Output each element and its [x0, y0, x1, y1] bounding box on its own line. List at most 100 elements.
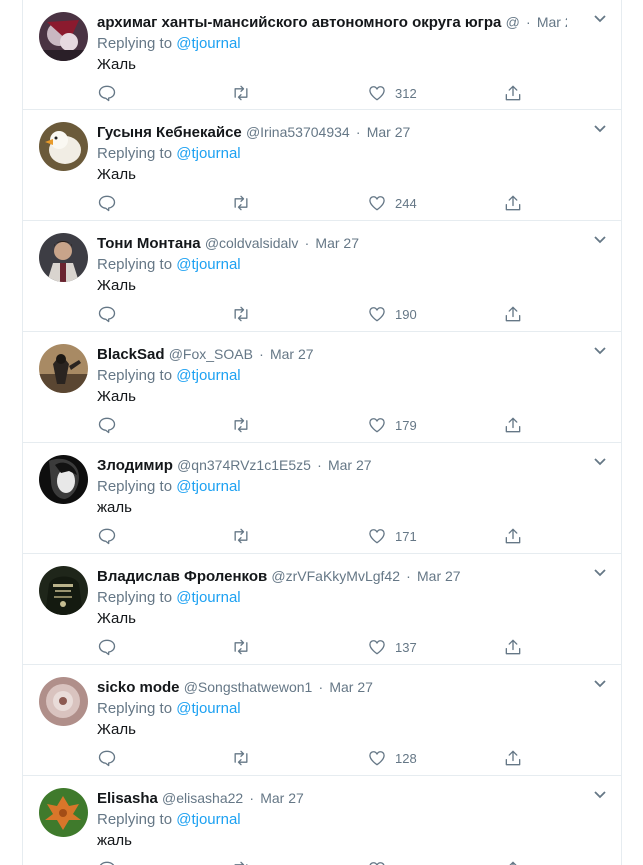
share-button[interactable] — [503, 858, 523, 865]
tweet[interactable]: Гусыня Кебнекайсе @Irina53704934 · Mar 2… — [23, 110, 621, 221]
reply-button[interactable] — [97, 414, 117, 436]
like-button[interactable]: 171 — [367, 525, 417, 547]
user-handle[interactable]: @ — [506, 14, 520, 30]
tweet-date[interactable]: Mar 27 — [367, 124, 411, 140]
tweet-date[interactable]: Mar 27 — [270, 346, 314, 362]
share-button[interactable] — [503, 192, 523, 214]
replying-to-label: Replying to — [97, 367, 173, 384]
like-button[interactable]: 244 — [367, 192, 417, 214]
display-name[interactable]: Злодимир — [97, 457, 173, 474]
caret-down-icon[interactable] — [593, 679, 607, 689]
replying-to: Replying to @tjournal — [97, 699, 241, 719]
reply-button[interactable] — [97, 303, 117, 325]
display-name[interactable]: Elisasha — [97, 790, 158, 807]
user-handle[interactable]: @Songsthatwewon1 — [184, 679, 313, 695]
avatar[interactable] — [39, 12, 88, 61]
share-icon — [503, 304, 523, 324]
reply-button[interactable] — [97, 192, 117, 214]
user-handle[interactable]: @zrVFaKkyMvLgf42 — [271, 568, 400, 584]
tweet[interactable]: BlackSad @Fox_SOAB · Mar 27 Replying to … — [23, 332, 621, 443]
share-button[interactable] — [503, 636, 523, 658]
replying-to-link[interactable]: @tjournal — [176, 811, 240, 828]
like-button[interactable]: 179 — [367, 414, 417, 436]
avatar[interactable] — [39, 455, 88, 504]
tweet[interactable]: Злодимир @qn374RVz1c1E5z5 · Mar 27 Reply… — [23, 443, 621, 554]
display-name[interactable]: Гусыня Кебнекайсе — [97, 124, 242, 141]
avatar[interactable] — [39, 233, 88, 282]
retweet-button[interactable] — [231, 858, 251, 865]
reply-button[interactable] — [97, 747, 117, 769]
tweet-header: Гусыня Кебнекайсе @Irina53704934 · Mar 2… — [97, 122, 567, 142]
avatar[interactable] — [39, 122, 88, 171]
avatar[interactable] — [39, 344, 88, 393]
reply-button[interactable] — [97, 525, 117, 547]
retweet-button[interactable] — [231, 192, 251, 214]
replying-to-link[interactable]: @tjournal — [176, 256, 240, 273]
replying-to-link[interactable]: @tjournal — [176, 145, 240, 162]
replying-to-link[interactable]: @tjournal — [176, 589, 240, 606]
retweet-button[interactable] — [231, 636, 251, 658]
replying-to-link[interactable]: @tjournal — [176, 478, 240, 495]
tweet-date[interactable]: Mar 27 — [329, 679, 373, 695]
replying-to-link[interactable]: @tjournal — [176, 700, 240, 717]
tweet-text: Жаль — [97, 721, 136, 738]
tweet-date[interactable]: Mar 27 — [417, 568, 461, 584]
reply-button[interactable] — [97, 636, 117, 658]
caret-down-icon[interactable] — [593, 457, 607, 467]
share-button[interactable] — [503, 82, 523, 104]
separator-dot: · — [249, 790, 255, 806]
tweet[interactable]: Elisasha @elisasha22 · Mar 27 Replying t… — [23, 776, 621, 865]
tweet[interactable]: Владислав Фроленков @zrVFaKkyMvLgf42 · M… — [23, 554, 621, 665]
like-button[interactable]: 128 — [367, 747, 417, 769]
retweet-button[interactable] — [231, 525, 251, 547]
share-button[interactable] — [503, 303, 523, 325]
tweet-date[interactable]: Mar 27 — [537, 14, 567, 30]
retweet-button[interactable] — [231, 303, 251, 325]
share-button[interactable] — [503, 747, 523, 769]
display-name[interactable]: Владислав Фроленков — [97, 568, 267, 585]
tweet-date[interactable]: Mar 27 — [315, 235, 359, 251]
display-name[interactable]: архимаг ханты-мансийского автономного ок… — [97, 14, 501, 31]
user-handle[interactable]: @Irina53704934 — [246, 124, 350, 140]
replying-to: Replying to @tjournal — [97, 588, 241, 608]
replying-to-link[interactable]: @tjournal — [176, 367, 240, 384]
like-button[interactable]: 312 — [367, 82, 417, 104]
replying-to: Replying to @tjournal — [97, 366, 241, 386]
retweet-icon — [231, 748, 251, 768]
caret-down-icon[interactable] — [593, 235, 607, 245]
like-button[interactable]: 137 — [367, 636, 417, 658]
replying-to-label: Replying to — [97, 256, 173, 273]
caret-down-icon[interactable] — [593, 790, 607, 800]
share-button[interactable] — [503, 525, 523, 547]
retweet-button[interactable] — [231, 414, 251, 436]
tweet-date[interactable]: Mar 27 — [328, 457, 372, 473]
reply-button[interactable] — [97, 858, 117, 865]
replying-to-link[interactable]: @tjournal — [176, 35, 240, 52]
share-button[interactable] — [503, 414, 523, 436]
caret-down-icon[interactable] — [593, 346, 607, 356]
like-button[interactable] — [367, 858, 395, 865]
like-count: 128 — [395, 750, 417, 766]
reply-button[interactable] — [97, 82, 117, 104]
retweet-button[interactable] — [231, 747, 251, 769]
display-name[interactable]: BlackSad — [97, 346, 165, 363]
display-name[interactable]: Тони Монтана — [97, 235, 201, 252]
avatar[interactable] — [39, 677, 88, 726]
avatar[interactable] — [39, 566, 88, 615]
tweet[interactable]: sicko mode @Songsthatwewon1 · Mar 27 Rep… — [23, 665, 621, 776]
caret-down-icon[interactable] — [593, 14, 607, 24]
retweet-button[interactable] — [231, 82, 251, 104]
like-button[interactable]: 190 — [367, 303, 417, 325]
caret-down-icon[interactable] — [593, 568, 607, 578]
user-handle[interactable]: @elisasha22 — [162, 790, 243, 806]
user-handle[interactable]: @qn374RVz1c1E5z5 — [177, 457, 311, 473]
avatar[interactable] — [39, 788, 88, 837]
user-handle[interactable]: @Fox_SOAB — [169, 346, 253, 362]
display-name[interactable]: sicko mode — [97, 679, 180, 696]
tweet[interactable]: Тони Монтана @coldvalsidalv · Mar 27 Rep… — [23, 221, 621, 332]
caret-down-icon[interactable] — [593, 124, 607, 134]
tweet-text: жаль — [97, 499, 132, 516]
tweet-date[interactable]: Mar 27 — [260, 790, 304, 806]
user-handle[interactable]: @coldvalsidalv — [205, 235, 299, 251]
tweet[interactable]: архимаг ханты-мансийского автономного ок… — [23, 0, 621, 110]
